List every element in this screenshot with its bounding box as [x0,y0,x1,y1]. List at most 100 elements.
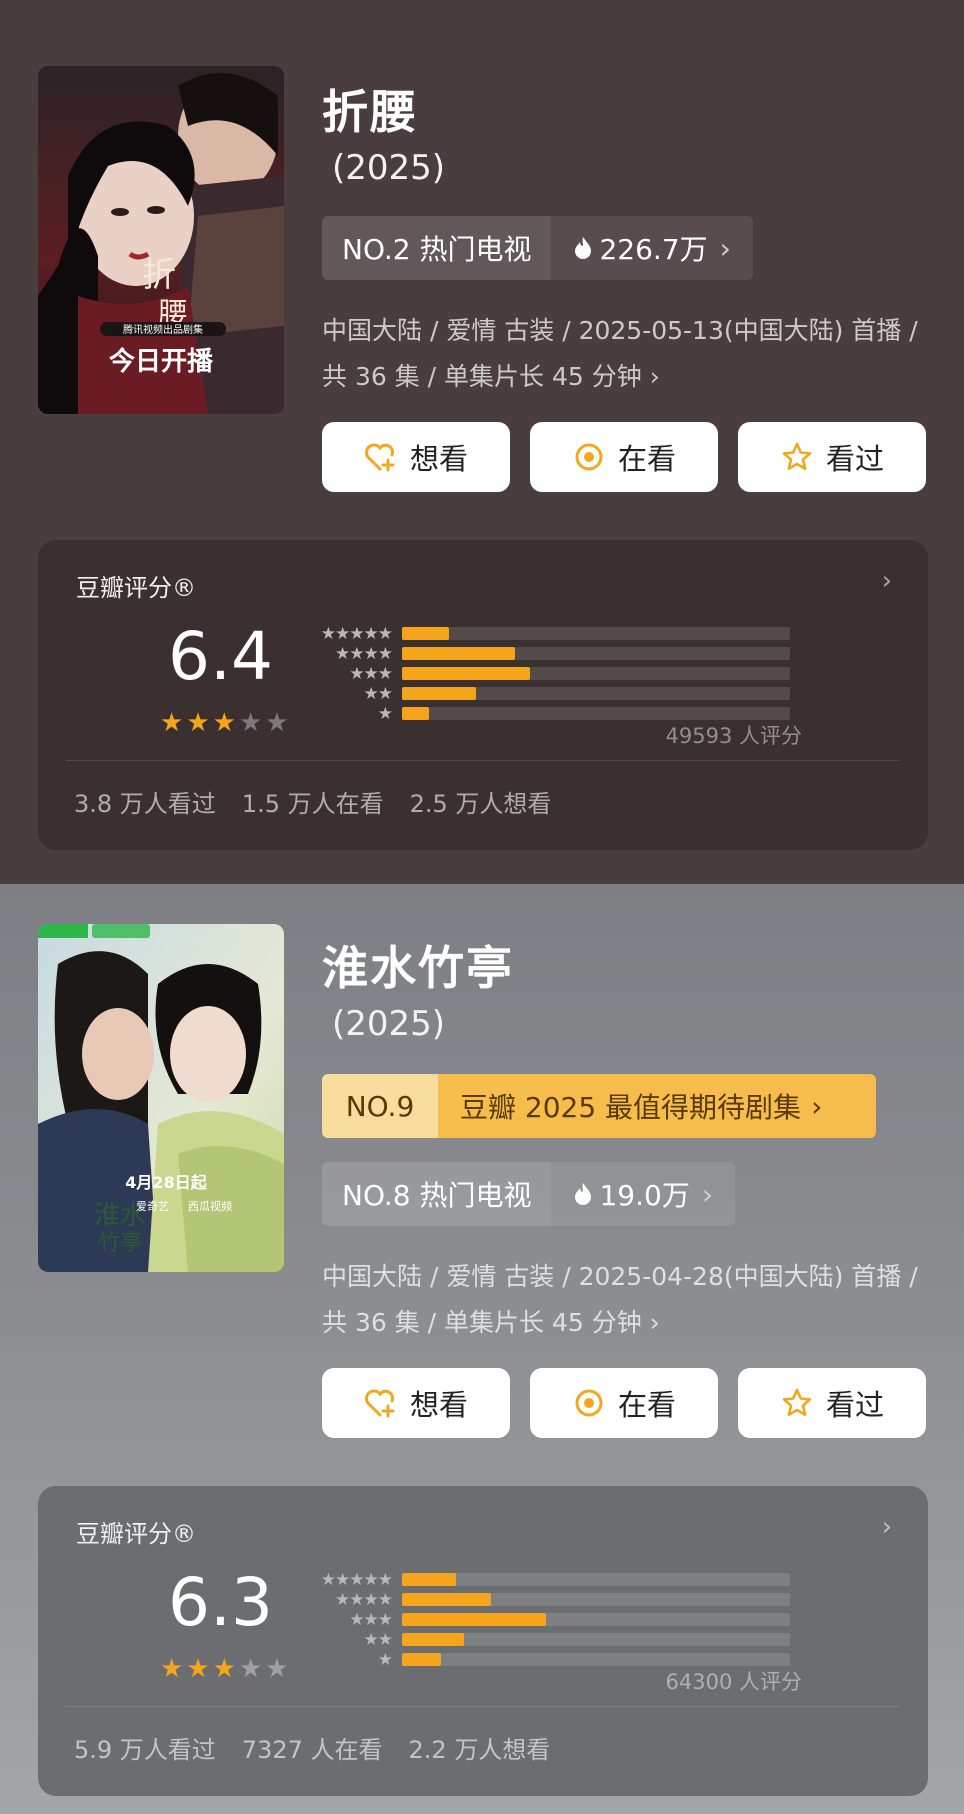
poster-partner: 西瓜视频 [188,1199,232,1213]
watched-button[interactable]: 看过 [738,422,926,492]
poster-image[interactable]: 折 腰 腾讯视频出品剧集 今日开播 [38,66,284,414]
distribution-bar [402,1573,457,1586]
rating-header: 豆瓣评分® [76,1520,196,1548]
flame-icon [575,1183,592,1205]
distribution-bar [402,1633,465,1646]
distribution-bar [402,667,531,680]
distribution-bar [402,707,430,720]
want-button[interactable]: 想看 [322,1368,510,1438]
rating-distribution: ★★★★★ ★★★★ ★★★ ★★ ★ [318,624,814,724]
distribution-row: ★★★★★ [318,1570,814,1590]
rating-card[interactable]: 豆瓣评分® › 6.4 ★ ★ ★ ★ ★ ★★★★★ ★★★★ ★★★ ★★ ★ 49593 … [38,540,928,850]
rating-stars: ★ ★ ★ ★ ★ [160,710,289,736]
watched-button-label: 看过 [825,1388,884,1422]
poster-date-label: 4月28日起 [125,1173,207,1192]
distribution-row: ★★★★ [318,644,814,664]
distribution-row: ★★★★★ [318,624,814,644]
divider [66,760,900,761]
poster-platform: 爱奇艺 [136,1200,169,1213]
show-title: 淮水竹亭 [322,941,514,995]
watched-count: 3.8 万人看过 [74,790,216,818]
star-outline-icon [780,440,814,474]
poster-bottom-label: 今日开播 [109,346,214,377]
distribution-bar [402,687,476,700]
poster-top-label: 腾讯视频出品剧集 [123,323,203,336]
watching-button-label: 在看 [617,442,676,476]
watching-button-label: 在看 [617,1388,676,1422]
distribution-stars-icon: ★ [377,704,393,724]
want-button[interactable]: 想看 [322,422,510,492]
svg-text:竹亭: 竹亭 [98,1231,142,1256]
rank-badge[interactable]: NO.8 热门电视 19.0万 › [322,1162,736,1226]
distribution-stars-icon: ★★ [363,1630,393,1650]
vote-count: 49593 人评分 [665,724,802,748]
watch-stats: 5.9 万人看过 7327 人在看 2.2 万人想看 [74,1730,550,1765]
svg-text:折: 折 [142,255,176,295]
distribution-row: ★★ [318,1630,814,1650]
expect-rank: NO.9 [322,1074,438,1138]
star-filled-icon: ★ [160,708,184,738]
chevron-right-icon: › [719,231,731,265]
poster-artwork: 淮水 竹亭 4月28日起 爱奇艺 西瓜视频 [38,924,284,1272]
divider [66,1706,900,1707]
star-filled-icon: ★ [186,708,210,738]
distribution-track [402,647,790,660]
distribution-track [402,687,790,700]
distribution-stars-icon: ★★★★★ [320,624,393,644]
distribution-bar [402,1613,546,1626]
star-empty-icon: ★ [238,708,263,738]
watched-button[interactable]: 看过 [738,1368,926,1438]
heat-text: 19.0万 [599,1179,690,1212]
distribution-row: ★★★ [318,664,814,684]
heat-value: 226.7万 › [551,216,753,280]
show-section-1: 折 腰 腾讯视频出品剧集 今日开播 折腰 (2025) NO.2 热门电视 22… [0,0,964,884]
heat-text: 226.7万 [599,233,708,266]
chevron-right-icon: › [649,1308,660,1337]
rank-badge[interactable]: NO.2 热门电视 226.7万 › [322,216,753,280]
distribution-track [402,1633,790,1646]
rank-label: NO.8 热门电视 [322,1162,552,1226]
show-meta[interactable]: 中国大陆 / 爱情 古装 / 2025-04-28(中国大陆) 首播 / 共 3… [322,1254,922,1346]
watched-count: 5.9 万人看过 [74,1736,216,1764]
distribution-track [402,1613,790,1626]
star-filled-icon: ★ [212,1654,236,1684]
star-filled-icon: ★ [212,708,236,738]
distribution-bar [402,627,449,640]
heart-plus-icon [364,1386,398,1420]
show-meta[interactable]: 中国大陆 / 爱情 古装 / 2025-05-13(中国大陆) 首播 / 共 3… [322,308,922,400]
star-filled-icon: ★ [186,1654,210,1684]
meta-text: 中国大陆 / 爱情 古装 / 2025-04-28(中国大陆) 首播 / 共 3… [322,1262,918,1337]
distribution-track [402,707,790,720]
distribution-track [402,1573,790,1586]
watch-stats: 3.8 万人看过 1.5 万人在看 2.5 万人想看 [74,784,551,819]
star-filled-icon: ★ [160,1654,184,1684]
chevron-right-icon: › [881,566,892,596]
show-title: 折腰 [322,85,418,139]
distribution-row: ★★★★ [318,1590,814,1610]
distribution-stars-icon: ★★★★ [335,644,393,664]
poster-image[interactable]: 淮水 竹亭 4月28日起 爱奇艺 西瓜视频 [38,924,284,1272]
rating-card[interactable]: 豆瓣评分® › 6.3 ★ ★ ★ ★ ★ ★★★★★ ★★★★ ★★★ ★★ ★ 64300 … [38,1486,928,1796]
target-icon [572,440,606,474]
rating-stars: ★ ★ ★ ★ ★ [160,1656,289,1682]
watching-button[interactable]: 在看 [530,1368,718,1438]
target-icon [572,1386,606,1420]
poster-artwork: 折 腰 腾讯视频出品剧集 今日开播 [38,66,284,414]
want-button-label: 想看 [409,1388,468,1422]
distribution-row: ★★ [318,684,814,704]
rating-header: 豆瓣评分® [76,574,196,602]
expect-ranking-badge[interactable]: NO.9 豆瓣 2025 最值得期待剧集 › [322,1074,876,1138]
distribution-track [402,667,790,680]
distribution-track [402,1593,790,1606]
distribution-stars-icon: ★★★ [349,664,393,684]
distribution-bar [402,1593,492,1606]
meta-text: 中国大陆 / 爱情 古装 / 2025-05-13(中国大陆) 首播 / 共 3… [322,316,918,391]
heat-value: 19.0万 › [551,1162,736,1226]
rank-label: NO.2 热门电视 [322,216,552,280]
star-empty-icon: ★ [265,708,289,738]
star-outline-icon [780,1386,814,1420]
show-year: (2025) [332,148,446,188]
expect-label: 豆瓣 2025 最值得期待剧集 [460,1091,802,1124]
distribution-stars-icon: ★★★★★ [320,1570,393,1590]
watching-button[interactable]: 在看 [530,422,718,492]
